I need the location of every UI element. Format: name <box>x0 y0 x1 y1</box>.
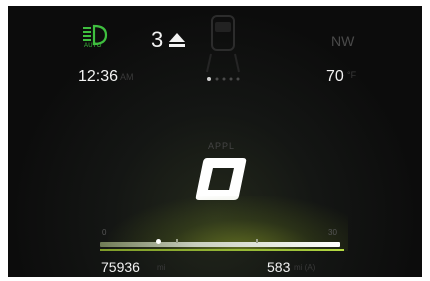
range-bar-marker <box>156 239 161 244</box>
temperature-unit: °F <box>347 70 357 80</box>
current-gear-number: 3 <box>151 27 164 52</box>
auto-headlight-icon <box>83 24 108 46</box>
range-bar-track <box>100 242 340 247</box>
headlight-auto-label: AUTO <box>84 43 102 49</box>
gear-mode-label: APPL <box>208 141 236 151</box>
shift-up-icon <box>169 33 185 47</box>
range-bar-accent <box>100 249 344 251</box>
outside-temperature: 70 <box>326 68 344 85</box>
clock-time: 12:36 <box>78 68 119 85</box>
clock-am-pm: AM <box>120 72 134 82</box>
trip-value: 583 <box>267 259 291 275</box>
car-top-view-icon <box>206 15 240 73</box>
odometer-value: 75936 <box>101 259 140 275</box>
instrument-cluster-display: AUTO 3 NW 12:36 AM 70 °F APPL 0 30 75936 <box>8 6 422 277</box>
scale-max-label: 30 <box>328 228 337 237</box>
scale-min-label: 0 <box>102 228 107 237</box>
range-bar-tick <box>256 239 258 243</box>
trip-unit: mi (A) <box>294 263 316 272</box>
page-indicator-dots <box>207 77 240 81</box>
odometer-unit: mi <box>157 263 166 272</box>
range-bar-tick <box>176 239 178 243</box>
compass-heading: NW <box>331 33 355 49</box>
